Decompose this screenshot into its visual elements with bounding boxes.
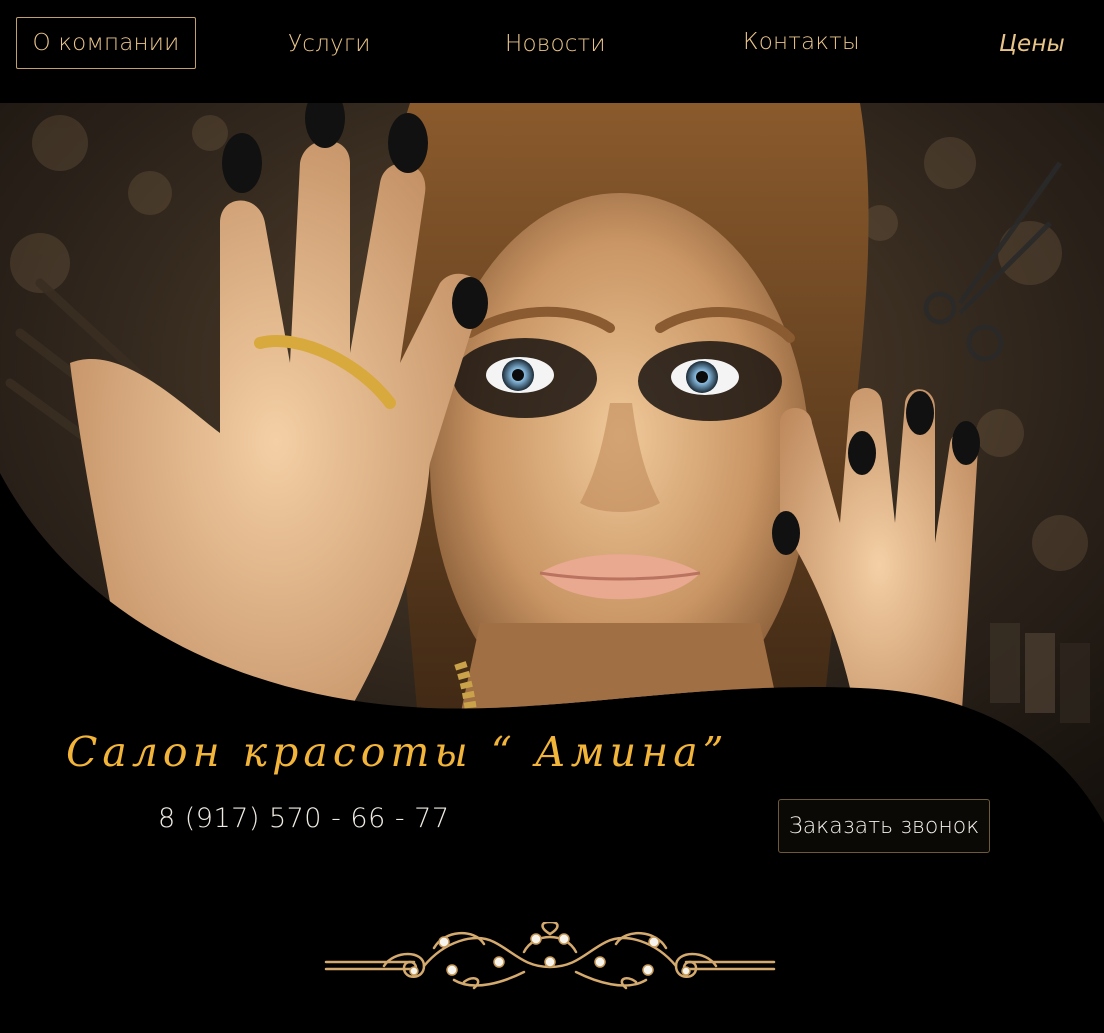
page: О компании Услуги Новости Контакты Цены — [0, 0, 1104, 1033]
salon-title: Салон красоты “ Амина” — [66, 728, 729, 776]
gold-ornament-divider — [324, 922, 776, 990]
nav-item-services[interactable]: Услуги — [288, 31, 371, 57]
phone-number[interactable]: 8 (917) 570 - 66 - 77 — [158, 803, 450, 834]
nav-item-prices[interactable]: Цены — [999, 31, 1065, 57]
nav-item-about[interactable]: О компании — [16, 17, 196, 69]
nav-item-news[interactable]: Новости — [505, 31, 606, 57]
top-navigation: О компании Услуги Новости Контакты Цены — [0, 0, 1104, 103]
order-call-button[interactable]: Заказать звонок — [778, 799, 990, 853]
nav-item-contacts[interactable]: Контакты — [743, 29, 860, 55]
